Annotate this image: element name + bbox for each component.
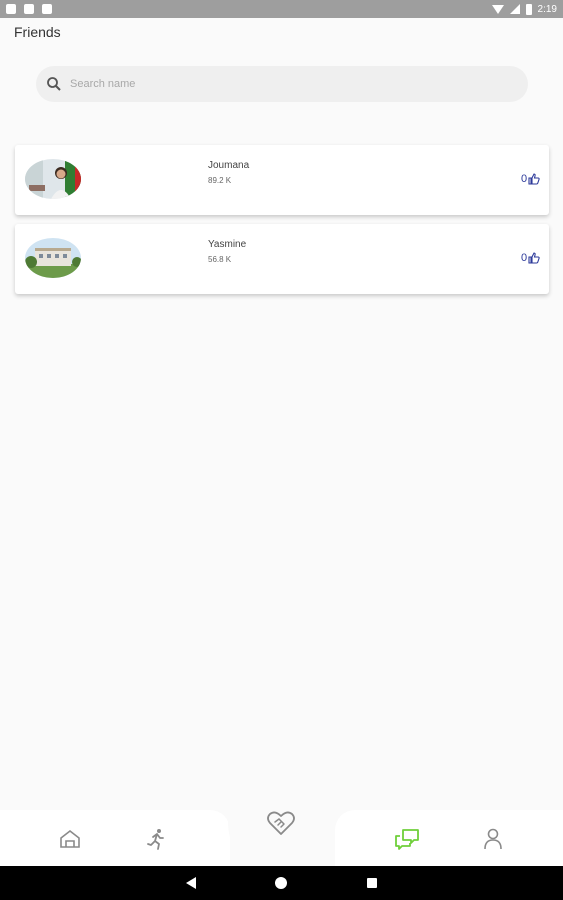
status-time: 2:19 <box>537 3 557 15</box>
search-bar[interactable] <box>36 66 528 102</box>
like-count: 0 <box>521 252 528 264</box>
notification-icons <box>6 4 52 14</box>
run-icon <box>147 829 164 850</box>
nav-left-panel <box>0 810 230 866</box>
thumbs-up-icon[interactable] <box>528 252 540 264</box>
page-title: Friends <box>14 24 61 40</box>
avatar <box>25 238 81 278</box>
home-circle-icon[interactable] <box>275 877 287 889</box>
home-icon <box>60 829 80 848</box>
avatar <box>25 159 81 199</box>
thumbs-up-icon[interactable] <box>528 173 540 185</box>
person-icon <box>484 828 502 850</box>
friend-name: Joumana <box>208 160 250 171</box>
nav-home-button[interactable] <box>55 824 85 854</box>
nav-activity-button[interactable] <box>141 824 171 854</box>
friend-score: 56.8 K <box>208 255 232 264</box>
system-status: 2:19 <box>491 3 557 15</box>
nav-chat-button[interactable] <box>392 824 422 854</box>
nav-center-button[interactable] <box>266 808 296 838</box>
friend-name: Yasmine <box>208 239 247 250</box>
bottom-nav <box>0 806 563 876</box>
friend-card-yasmine[interactable]: Yasmine 56.8 K 0 <box>15 224 549 294</box>
sd-card-icon <box>24 4 34 14</box>
friend-card-joumana[interactable]: Joumana 89.2 K 0 <box>15 145 549 215</box>
nav-profile-button[interactable] <box>478 824 508 854</box>
wifi-icon <box>491 4 504 14</box>
chat-icon <box>395 829 419 850</box>
search-icon <box>47 77 61 91</box>
system-navigation-bar <box>0 866 563 900</box>
status-bar: 2:19 <box>0 0 563 18</box>
recent-apps-icon[interactable] <box>367 878 377 888</box>
nav-right-panel <box>335 810 563 866</box>
back-icon[interactable] <box>186 877 196 889</box>
friend-score: 89.2 K <box>208 176 232 185</box>
image-icon <box>42 4 52 14</box>
like-count: 0 <box>521 173 528 185</box>
battery-icon <box>525 3 532 15</box>
handshake-heart-icon <box>267 811 295 835</box>
signal-icon <box>509 4 520 14</box>
search-input[interactable] <box>70 78 470 90</box>
notification-icon <box>6 4 16 14</box>
